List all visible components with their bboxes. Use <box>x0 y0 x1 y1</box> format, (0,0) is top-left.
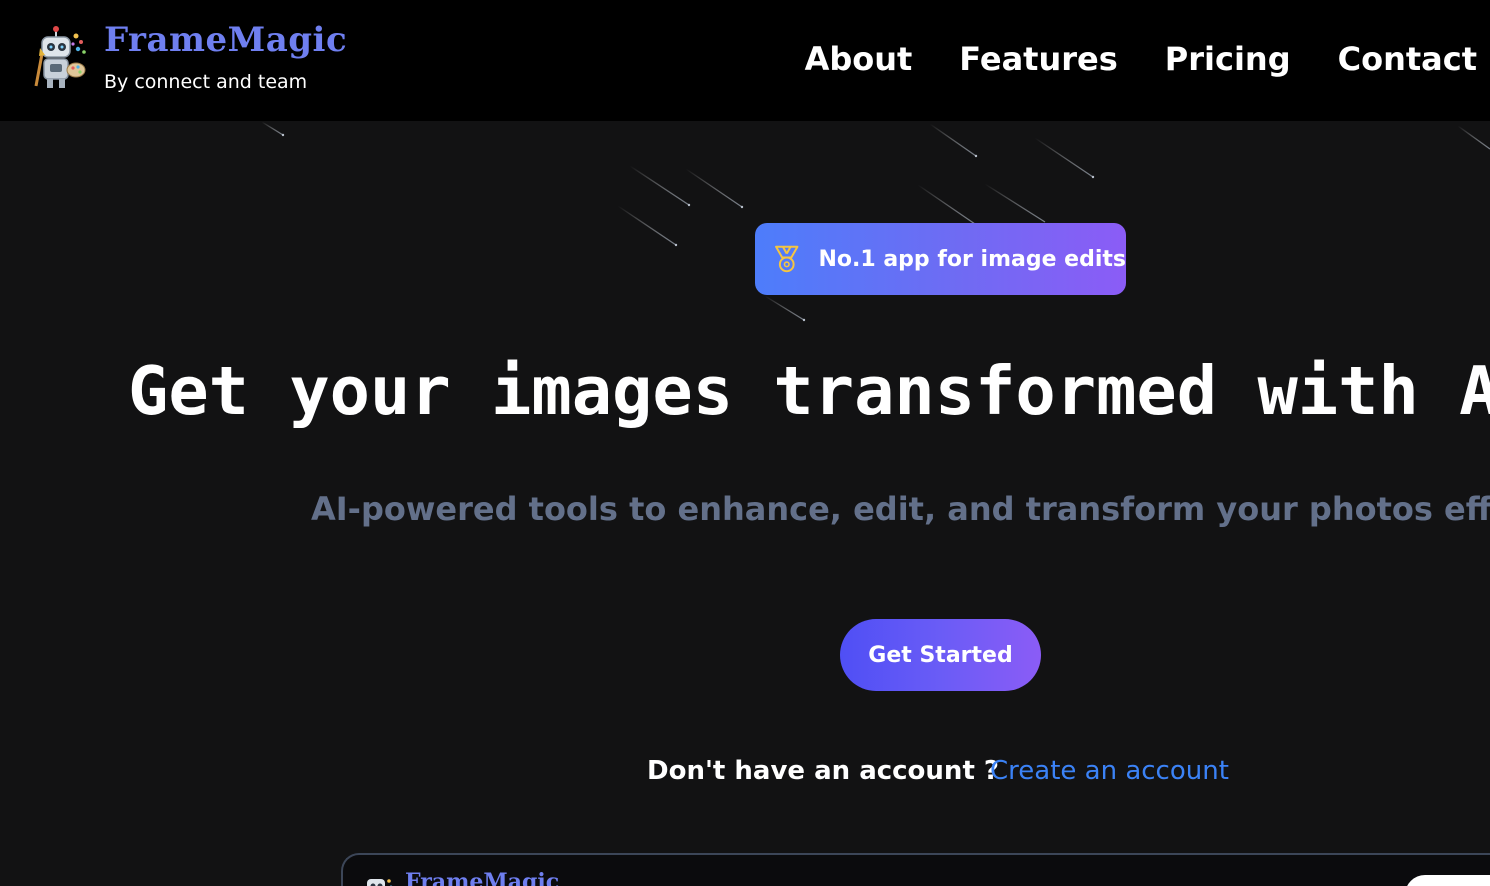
main-nav: About Features Pricing Contact <box>805 40 1477 78</box>
brand-title[interactable]: FrameMagic <box>104 20 347 60</box>
get-started-button[interactable]: Get Started <box>840 619 1041 691</box>
nav-link-about[interactable]: About <box>805 40 913 78</box>
hero-title: Get your images transformed with AI <box>128 352 1490 430</box>
brand-subtitle: By connect and team <box>104 71 308 93</box>
nav-link-contact[interactable]: Contact <box>1338 40 1477 78</box>
top-app-badge: No.1 app for image edits <box>755 223 1126 295</box>
robot-logo-icon <box>34 26 86 88</box>
preview-pill[interactable] <box>1405 875 1490 886</box>
medal-icon <box>775 245 799 273</box>
badge-text: No.1 app for image edits <box>818 246 1126 272</box>
nav-link-features[interactable]: Features <box>959 40 1117 78</box>
nav-link-pricing[interactable]: Pricing <box>1165 40 1291 78</box>
landing-page: FrameMagic By connect and team About Fea… <box>0 0 1490 886</box>
app-preview-card: FrameMagic <box>341 853 1490 886</box>
create-account-link[interactable]: Create an account <box>990 756 1229 786</box>
preview-brand-title: FrameMagic <box>405 869 560 886</box>
hero-subtitle: AI-powered tools to enhance, edit, and t… <box>311 490 1490 528</box>
site-header: FrameMagic By connect and team About Fea… <box>0 0 1490 121</box>
account-question: Don't have an account ? <box>647 756 1000 786</box>
robot-logo-icon <box>367 879 393 886</box>
